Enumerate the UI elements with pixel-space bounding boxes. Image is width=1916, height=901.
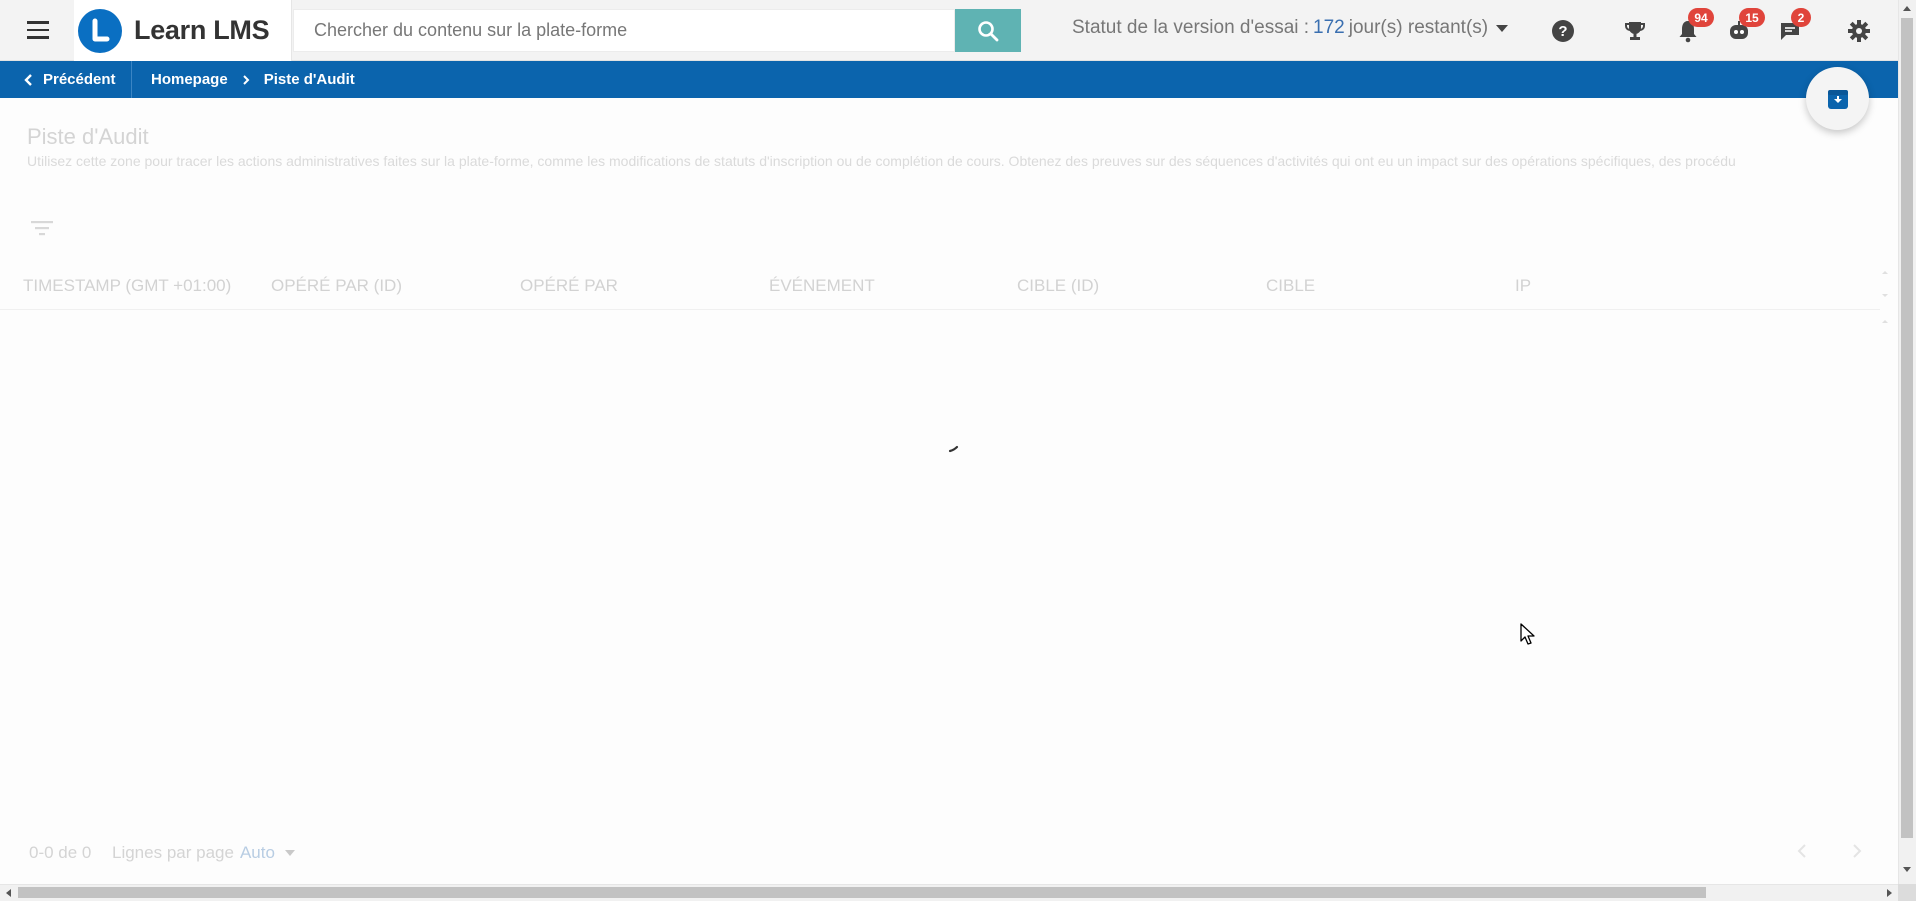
archive-download-icon — [1827, 89, 1848, 109]
page-title: Piste d'Audit — [27, 124, 149, 149]
bot-messages-icon[interactable]: 15 — [1725, 8, 1765, 45]
rows-per-page-label: Lignes par page — [112, 843, 234, 862]
trial-prefix: Statut de la version d'essai : — [1072, 17, 1310, 38]
scroll-right-arrow-icon[interactable] — [1886, 888, 1894, 898]
scrollbar-corner — [1898, 884, 1916, 901]
previous-page-icon[interactable] — [1797, 843, 1807, 864]
hamburger-menu-icon[interactable] — [18, 15, 58, 45]
search-box — [293, 9, 956, 52]
notifications-bell-icon[interactable]: 94 — [1674, 8, 1714, 45]
logo-icon — [78, 8, 122, 53]
notifications-badge: 94 — [1688, 8, 1714, 27]
scroll-up-arrow-icon[interactable] — [1902, 4, 1912, 12]
brand-logo[interactable]: Learn LMS — [74, 0, 292, 61]
column-header-operator[interactable]: OPÉRÉ PAR — [520, 276, 618, 296]
chat-badge: 2 — [1791, 8, 1811, 27]
svg-text:?: ? — [1558, 23, 1567, 40]
caret-down-icon — [1496, 24, 1509, 32]
bot-messages-badge: 15 — [1739, 8, 1765, 27]
column-header-timestamp[interactable]: TIMESTAMP (GMT +01:00) — [23, 276, 231, 296]
caret-down-icon — [284, 850, 295, 856]
search-button[interactable] — [955, 9, 1021, 52]
column-header-target-id[interactable]: CIBLE (ID) — [1017, 276, 1099, 296]
chat-icon[interactable]: 2 — [1776, 8, 1811, 45]
brand-name: Learn LMS — [134, 15, 270, 45]
table-header: TIMESTAMP (GMT +01:00) OPÉRÉ PAR (ID) OP… — [0, 264, 1880, 310]
trial-status-dropdown[interactable]: Statut de la version d'essai : 172 jour(… — [1072, 17, 1509, 39]
back-label: Précédent — [43, 71, 116, 88]
scroll-down-arrow-icon[interactable] — [1902, 866, 1912, 874]
breadcrumb: Homepage Piste d'Audit — [151, 61, 355, 98]
column-header-event[interactable]: ÉVÉNEMENT — [769, 276, 875, 296]
breadcrumb-bar: Précédent Homepage Piste d'Audit — [0, 61, 1898, 98]
top-bar: Learn LMS Statut de la version d'essai :… — [0, 0, 1898, 61]
vertical-scrollbar-thumb[interactable] — [1901, 18, 1913, 838]
trial-suffix: jour(s) restant(s) — [1348, 17, 1489, 38]
column-header-target[interactable]: CIBLE — [1266, 276, 1315, 296]
filter-icon[interactable] — [30, 218, 54, 243]
horizontal-scrollbar-thumb[interactable] — [18, 887, 1706, 898]
chevron-left-icon — [24, 73, 32, 86]
page-description: Utilisez cette zone pour tracer les acti… — [27, 153, 1736, 169]
mouse-cursor-icon — [1520, 623, 1536, 652]
table-scroll-arrows[interactable] — [1880, 268, 1890, 333]
back-button[interactable]: Précédent — [0, 61, 132, 98]
trophy-icon[interactable] — [1621, 17, 1649, 45]
pagination-range: 0-0 de 0 — [29, 843, 92, 862]
loading-spinner-icon — [948, 441, 960, 453]
column-header-ip[interactable]: IP — [1515, 276, 1531, 296]
next-page-icon[interactable] — [1852, 843, 1862, 864]
help-icon[interactable]: ? — [1549, 17, 1577, 45]
breadcrumb-item-homepage[interactable]: Homepage — [151, 71, 228, 88]
search-icon — [978, 20, 999, 41]
scroll-left-arrow-icon[interactable] — [4, 888, 12, 898]
rows-per-page-select[interactable]: Lignes par page Auto — [112, 843, 295, 863]
rows-per-page-value: Auto — [239, 843, 275, 862]
search-input[interactable] — [294, 10, 956, 51]
trial-days: 172 — [1313, 17, 1345, 38]
chevron-right-icon — [242, 74, 250, 85]
settings-gear-icon[interactable] — [1845, 17, 1873, 45]
breadcrumb-item-current: Piste d'Audit — [263, 71, 355, 88]
column-header-operator-id[interactable]: OPÉRÉ PAR (ID) — [271, 276, 402, 296]
archive-action-button[interactable] — [1806, 67, 1869, 130]
